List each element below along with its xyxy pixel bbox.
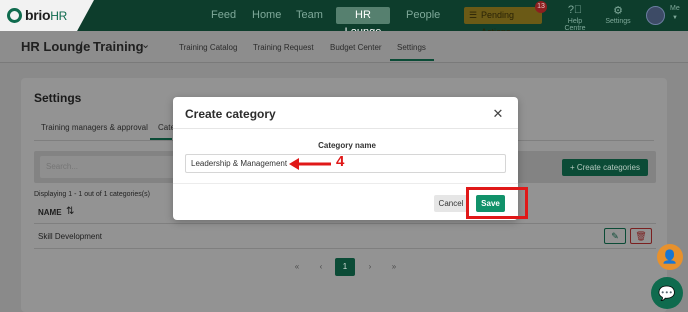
trash-icon[interactable]: 🗑: [630, 228, 652, 244]
breadcrumb-separator: /: [79, 39, 83, 54]
prev-page-button[interactable]: ‹: [311, 258, 331, 276]
brio-logo-icon: [7, 8, 22, 23]
nav-home[interactable]: Home: [252, 9, 281, 21]
help-icon: ?⃝: [567, 4, 583, 16]
table-row: Skill Development: [38, 232, 103, 241]
divider: [34, 248, 656, 249]
nav-team[interactable]: Team: [296, 9, 323, 21]
gear-icon: ⚙: [613, 5, 623, 17]
cancel-button[interactable]: Cancel: [434, 195, 468, 212]
logo-text: brioHR: [25, 7, 67, 23]
page-1-button[interactable]: 1: [335, 258, 355, 276]
close-icon[interactable]: ✕: [491, 106, 505, 122]
chat-icon[interactable]: 💬: [651, 277, 683, 309]
settings-button[interactable]: ⚙ Settings: [603, 4, 633, 25]
breadcrumb-current[interactable]: Training: [93, 39, 144, 54]
help-person-icon[interactable]: 👤: [657, 244, 683, 270]
last-page-button[interactable]: »: [384, 258, 404, 276]
pending-actions-button[interactable]: ☰ Pending Actions: [464, 7, 542, 37]
edit-icon[interactable]: ✎: [604, 228, 626, 244]
step-number: 4: [336, 153, 345, 170]
list-icon: ☰: [469, 10, 478, 20]
nav-hr-lounge[interactable]: HR Lounge: [336, 7, 390, 38]
divider: [173, 128, 518, 129]
results-count: Displaying 1 - 1 out of 1 categories(s): [34, 191, 150, 198]
column-header-name[interactable]: NAME: [38, 208, 62, 217]
tab-training-request[interactable]: Training Request: [253, 43, 314, 52]
modal-title: Create category: [185, 107, 276, 121]
create-categories-button[interactable]: + Create categories: [562, 159, 648, 176]
category-name-label: Category name: [318, 141, 376, 150]
page-title: Settings: [34, 91, 82, 105]
arrow-left-icon: [289, 158, 331, 170]
tab-training-catalog[interactable]: Training Catalog: [179, 43, 237, 52]
next-page-button[interactable]: ›: [360, 258, 380, 276]
tab-settings[interactable]: Settings: [397, 43, 426, 52]
tab-budget-center[interactable]: Budget Center: [330, 43, 382, 52]
caret-down-icon[interactable]: ▼: [672, 15, 678, 21]
first-page-button[interactable]: «: [287, 258, 307, 276]
active-tab-indicator: [390, 59, 434, 61]
highlight-box: [466, 187, 528, 219]
sort-icon[interactable]: ⇅: [66, 206, 74, 217]
help-centre-label: Help Centre: [564, 18, 586, 32]
chevron-down-icon[interactable]: ⌄: [141, 38, 150, 51]
user-menu-label[interactable]: Me: [670, 5, 680, 12]
nav-people[interactable]: People: [406, 9, 440, 21]
help-centre-button[interactable]: ?⃝ Help Centre: [560, 4, 590, 32]
settings-label: Settings: [605, 18, 631, 25]
pending-count-badge: 13: [535, 1, 547, 13]
nav-feed[interactable]: Feed: [211, 9, 236, 21]
search-input[interactable]: [40, 156, 180, 178]
divider: [173, 183, 518, 184]
tab-training-managers[interactable]: Training managers & approval: [41, 123, 148, 132]
avatar[interactable]: [646, 6, 665, 25]
category-name-field[interactable]: [185, 154, 506, 173]
divider: [34, 223, 656, 224]
